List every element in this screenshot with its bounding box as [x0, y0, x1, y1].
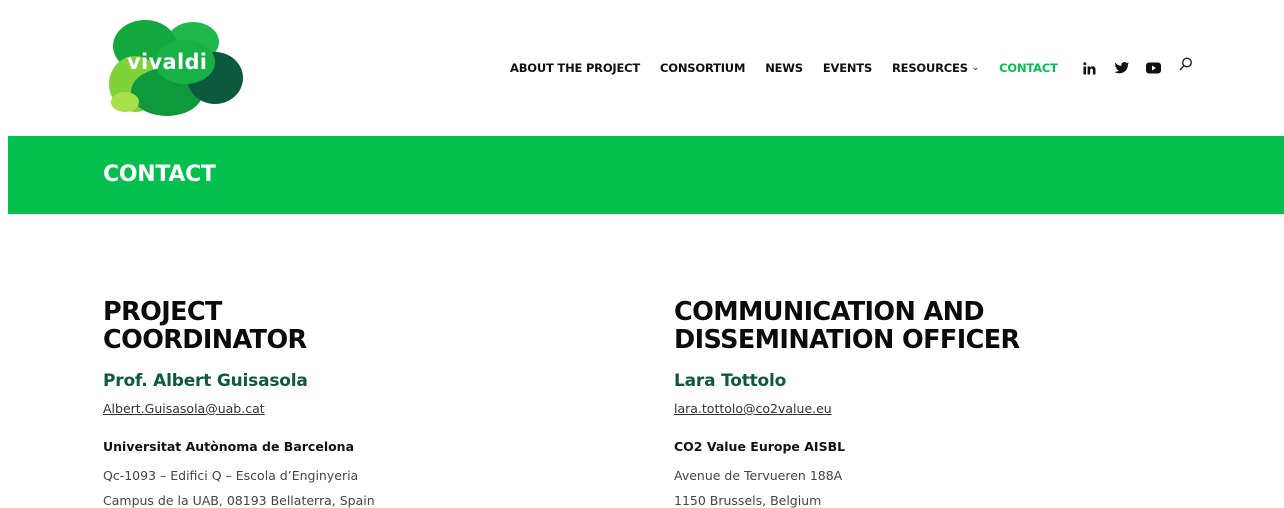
nav-contact[interactable]: CONTACT: [999, 61, 1058, 75]
contact-email-link[interactable]: Albert.Guisasola@uab.cat: [103, 401, 265, 416]
organization-name: CO2 Value Europe AISBL: [674, 439, 846, 454]
heading-line: PROJECT: [103, 297, 222, 327]
address-line: Qc-1093 – Edifici Q – Escola d’Enginyeri…: [103, 468, 359, 483]
contact-email-link[interactable]: lara.tottolo@co2value.eu: [674, 401, 832, 416]
vivaldi-logo[interactable]: vivaldi: [105, 14, 245, 120]
nav-about-the-project[interactable]: ABOUT THE PROJECT: [510, 61, 640, 75]
site-header: vivaldi ABOUT THE PROJECT CONSORTIUM NEW…: [0, 0, 1284, 136]
page-title-banner: CONTACT: [8, 136, 1284, 214]
address-line: Avenue de Tervueren 188A: [674, 468, 843, 483]
page-title: CONTACT: [103, 162, 216, 187]
section-heading: COMMUNICATION AND DISSEMINATION OFFICER: [674, 298, 1194, 354]
contact-name: Lara Tottolo: [674, 371, 787, 391]
section-heading: PROJECT COORDINATOR: [103, 298, 623, 354]
heading-line: COORDINATOR: [103, 325, 307, 355]
nav-resources-label: RESOURCES: [892, 61, 968, 75]
contact-name: Prof. Albert Guisasola: [103, 371, 308, 391]
address-line: Campus de la UAB, 08193 Bellaterra, Spai…: [103, 493, 375, 508]
nav-consortium[interactable]: CONSORTIUM: [660, 61, 745, 75]
nav-resources[interactable]: RESOURCES ⌄: [892, 61, 979, 75]
nav-news[interactable]: NEWS: [765, 61, 803, 75]
heading-line: DISSEMINATION OFFICER: [674, 325, 1020, 355]
address: Avenue de Tervueren 188A 1150 Brussels, …: [674, 463, 1194, 508]
twitter-icon[interactable]: [1114, 60, 1130, 76]
chevron-down-icon: ⌄: [971, 63, 980, 73]
youtube-icon[interactable]: [1146, 60, 1162, 76]
project-coordinator-section: PROJECT COORDINATOR Prof. Albert Guisaso…: [103, 298, 623, 508]
search-icon[interactable]: [1178, 56, 1194, 72]
address: Qc-1093 – Edifici Q – Escola d’Enginyeri…: [103, 463, 623, 508]
nav-events[interactable]: EVENTS: [823, 61, 872, 75]
logo-wordmark: vivaldi: [127, 50, 208, 74]
communication-officer-section: COMMUNICATION AND DISSEMINATION OFFICER …: [674, 298, 1194, 508]
heading-line: COMMUNICATION AND: [674, 297, 985, 327]
address-line: 1150 Brussels, Belgium: [674, 493, 822, 508]
linkedin-icon[interactable]: [1082, 60, 1098, 76]
main-nav: ABOUT THE PROJECT CONSORTIUM NEWS EVENTS…: [510, 56, 1210, 78]
organization-name: Universitat Autònoma de Barcelona: [103, 439, 355, 454]
social-links: [1082, 56, 1210, 76]
